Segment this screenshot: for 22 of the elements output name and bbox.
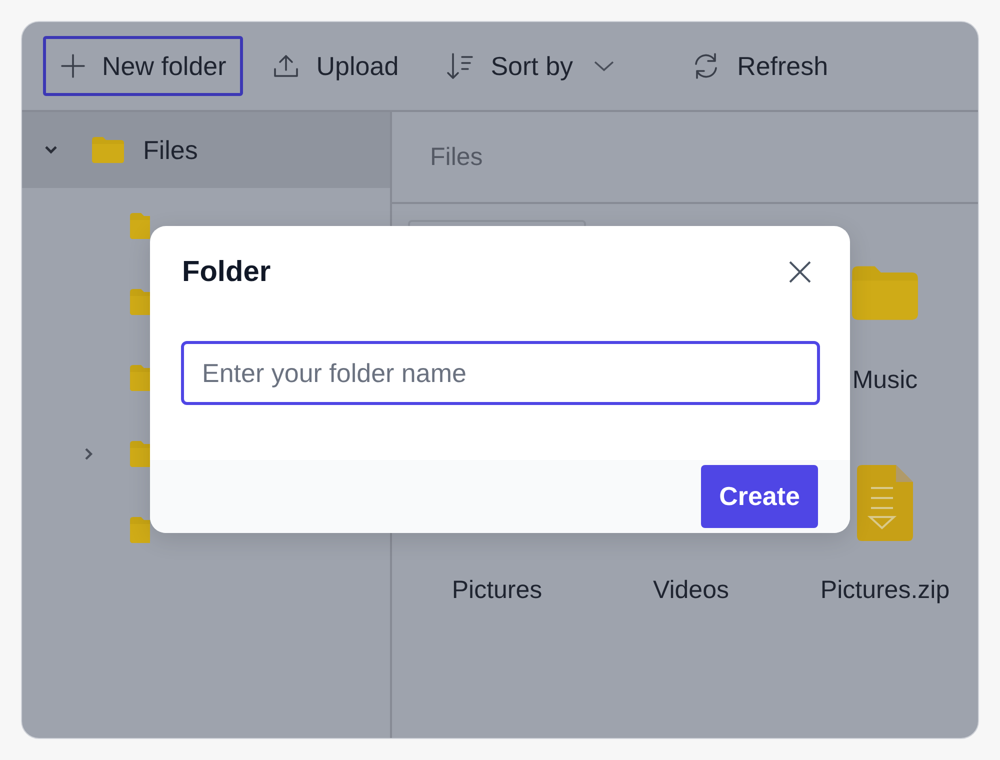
folder-icon <box>128 364 150 392</box>
chevron-down-icon[interactable] <box>44 145 58 155</box>
new-folder-button[interactable]: New folder <box>43 36 244 96</box>
folder-name-field[interactable]: Enter your folder name <box>181 341 820 405</box>
folder-icon <box>128 440 150 468</box>
tree-item[interactable]: Files <box>22 112 390 188</box>
zip-file-icon <box>856 464 914 542</box>
folder-icon <box>128 516 150 544</box>
dialog-title: Folder <box>182 256 271 288</box>
plus-icon <box>60 53 86 79</box>
folder-icon <box>90 136 126 164</box>
sort-button[interactable]: Sort by <box>428 36 632 96</box>
chevron-down-icon <box>593 59 616 73</box>
sort-icon <box>444 52 475 80</box>
upload-icon <box>272 53 300 79</box>
close-icon <box>788 260 812 284</box>
create-button[interactable]: Create <box>701 465 818 528</box>
refresh-button[interactable]: Refresh <box>674 36 846 96</box>
folder-icon <box>128 288 150 316</box>
folder-icon <box>128 212 150 240</box>
upload-button[interactable]: Upload <box>255 36 416 96</box>
chevron-right-icon[interactable] <box>84 447 94 461</box>
